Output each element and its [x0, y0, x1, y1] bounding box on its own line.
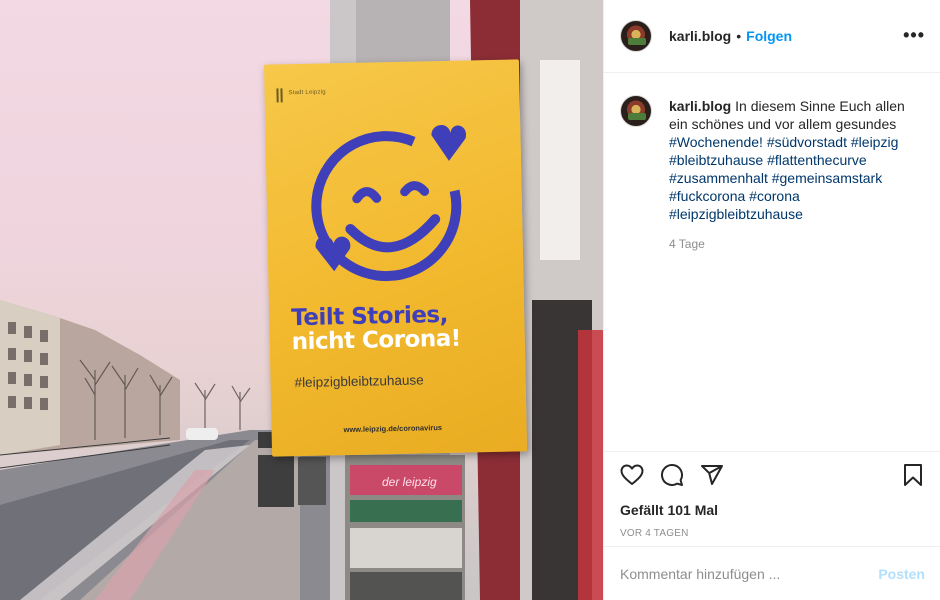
comment-input[interactable] [620, 565, 879, 582]
comment-form: Posten [604, 546, 940, 600]
city-label: Stadt Leipzig [288, 89, 326, 97]
post-header: karli.blog • Folgen ••• [604, 0, 940, 73]
city-logo-mark [276, 88, 283, 103]
hashtag-link[interactable]: #flattenthecurve [767, 152, 867, 168]
hashtag-link[interactable]: #leipzig [851, 134, 898, 150]
share-icon[interactable] [700, 463, 724, 487]
comments-section: karli.blog In diesem Sinne Euch allen ei… [604, 73, 940, 451]
post-actions: Gefällt 101 Mal VOR 4 TAGEN [604, 451, 940, 546]
avatar[interactable] [620, 20, 652, 52]
hashtag-link[interactable]: #fuckcorona [669, 188, 745, 204]
caption-username[interactable]: karli.blog [669, 98, 731, 114]
separator-dot: • [736, 28, 742, 44]
hashtag-link[interactable]: #Wochenende! [669, 134, 763, 150]
poster-headline-line2: nicht Corona! [291, 325, 461, 356]
hashtag-link[interactable]: #corona [749, 188, 800, 204]
action-icons [620, 452, 925, 500]
caption-row: karli.blog In diesem Sinne Euch allen ei… [620, 95, 925, 251]
heart-icon[interactable] [620, 463, 644, 487]
sticker-text: der leipzig [382, 475, 437, 489]
likes-count[interactable]: Gefällt 101 Mal [620, 502, 925, 518]
hashtag-link[interactable]: #leipzigbleibtzuhause [669, 206, 803, 222]
bookmark-icon[interactable] [901, 463, 925, 487]
poster-hashtag: #leipzigbleibtzuhause [294, 372, 424, 391]
post-side-panel: karli.blog • Folgen ••• karli.blog In di… [603, 0, 940, 600]
comment-icon[interactable] [660, 463, 684, 487]
post-comment-button[interactable]: Posten [878, 566, 925, 582]
poster-headline: Teilt Stories, nicht Corona! [291, 301, 522, 356]
caption-avatar[interactable] [620, 95, 652, 127]
smiley-hearts-icon [311, 125, 466, 282]
hashtag-link[interactable]: #gemeinsamstark [772, 170, 883, 186]
poster-url: www.leipzig.de/coronavirus [343, 423, 443, 435]
header-username[interactable]: karli.blog [669, 28, 731, 44]
post-date[interactable]: VOR 4 TAGEN [620, 528, 925, 539]
post-photo[interactable]: der leipzig Stadt Leipzig Teilt Stories,… [0, 0, 603, 600]
instagram-post-window: der leipzig Stadt Leipzig Teilt Stories,… [0, 0, 940, 600]
hashtag-link[interactable]: #bleibtzuhause [669, 152, 763, 168]
follow-button[interactable]: Folgen [746, 28, 792, 44]
hashtag-link[interactable]: #südvorstadt [767, 134, 847, 150]
caption-text: karli.blog In diesem Sinne Euch allen ei… [669, 97, 924, 223]
caption-timestamp[interactable]: 4 Tage [669, 237, 924, 251]
poster: Stadt Leipzig Teilt Stories, nicht Coron… [263, 59, 528, 457]
hashtag-link[interactable]: #zusammenhalt [669, 170, 768, 186]
ellipsis-icon[interactable]: ••• [903, 26, 925, 44]
